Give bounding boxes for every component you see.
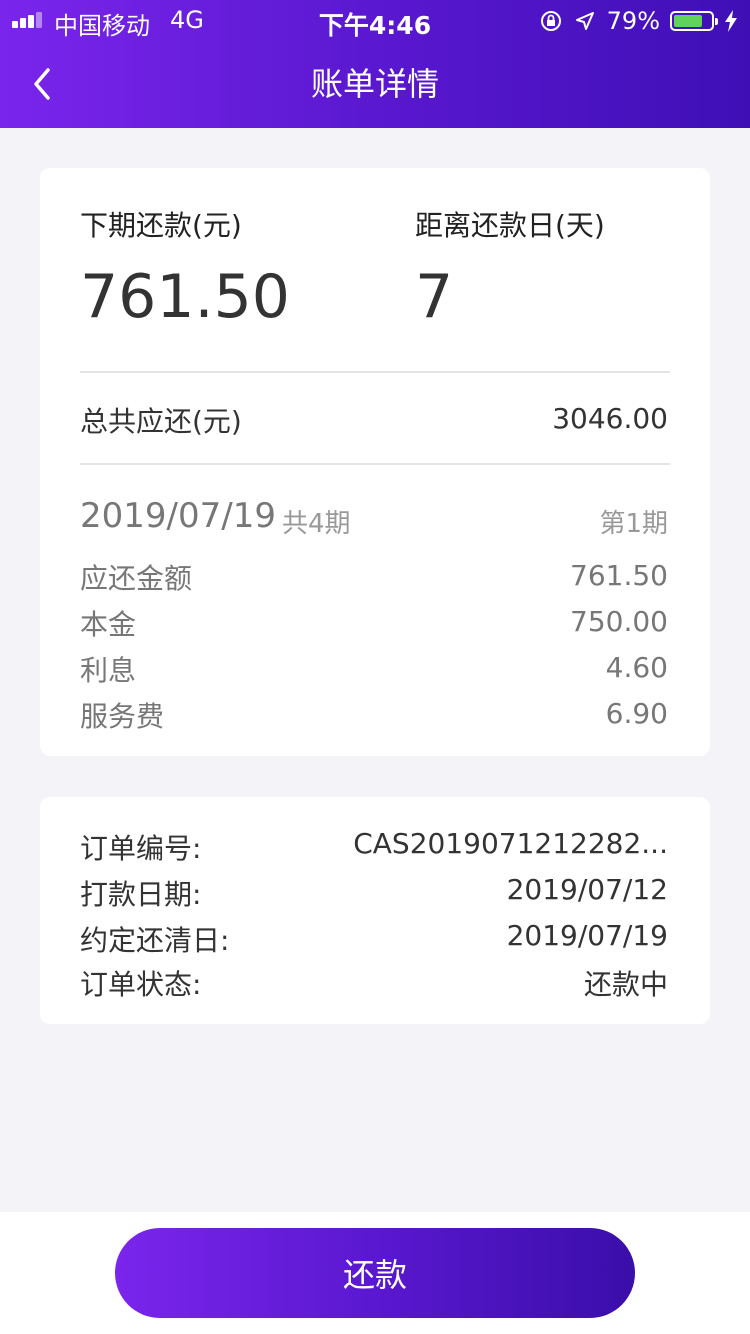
orientation-lock-icon [540, 11, 561, 31]
agreed-payoff-date-label: 约定还清日: [80, 924, 230, 957]
battery-tip [715, 18, 718, 25]
order-number-value: CAS2019071212282... [353, 827, 668, 860]
charging-bolt-icon [725, 10, 737, 32]
divider [80, 371, 670, 373]
interest-label: 利息 [80, 654, 137, 687]
amount-due-label: 应还金额 [80, 562, 193, 595]
payout-date-label: 打款日期: [80, 878, 202, 911]
app-header: 中国移动 4G 下午4:46 79% 账单详情 [0, 0, 750, 128]
status-right-group: 79% [539, 6, 738, 36]
repay-button-label: 还款 [342, 1256, 407, 1294]
installment-total-periods: 共4期 [282, 509, 351, 539]
service-fee-value: 6.90 [605, 697, 668, 730]
installment-current-period: 第1期 [599, 509, 668, 539]
interest-value: 4.60 [605, 651, 668, 684]
service-fee-label: 服务费 [80, 700, 165, 733]
divider [80, 463, 670, 465]
page-title: 账单详情 [310, 65, 439, 103]
order-number-label: 订单编号: [80, 832, 202, 865]
battery-percent: 79% [606, 7, 660, 35]
order-status-value: 还款中 [583, 968, 668, 1001]
battery-fill [674, 15, 703, 27]
battery-icon [670, 11, 718, 31]
order-status-label: 订单状态: [80, 968, 202, 1001]
principal-label: 本金 [80, 608, 137, 641]
agreed-payoff-date-value: 2019/07/19 [506, 919, 668, 952]
status-bar: 中国移动 4G 下午4:46 79% [0, 0, 750, 40]
repay-button[interactable]: 还款 [115, 1228, 635, 1318]
days-until-due-value: 7 [415, 262, 454, 332]
payout-date-value: 2019/07/12 [506, 873, 668, 906]
total-due-label: 总共应还(元) [80, 405, 242, 438]
amount-due-value: 761.50 [570, 559, 668, 592]
next-payment-label: 下期还款(元) [80, 209, 242, 242]
days-until-due-label: 距离还款日(天) [415, 209, 605, 242]
principal-value: 750.00 [570, 605, 668, 638]
location-arrow-icon [575, 12, 594, 30]
installment-date: 2019/07/19 [80, 496, 276, 536]
next-payment-amount: 761.50 [80, 262, 290, 332]
total-due-value: 3046.00 [552, 402, 668, 435]
